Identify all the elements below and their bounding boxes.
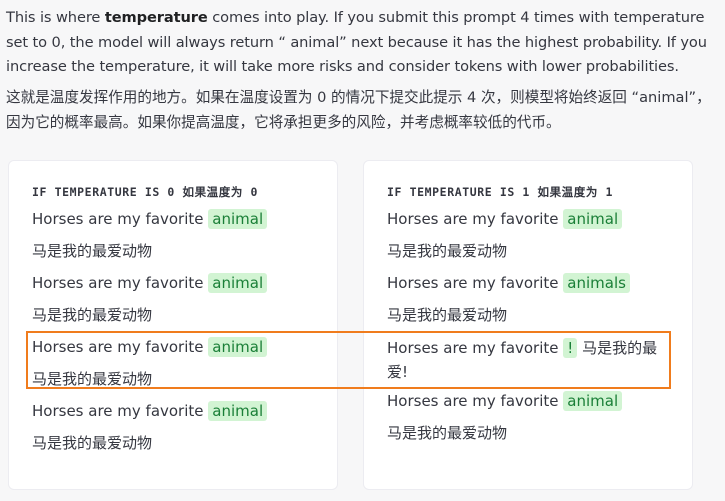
card-title: IF TEMPERATURE IS 0 如果温度为 0 (32, 185, 259, 199)
intro-paragraph: This is where temperature comes into pla… (6, 6, 718, 80)
translation-line: 马是我的最爱动物 (387, 306, 508, 324)
completion-list: Horses are my favorite animal 马是我的最爱动物 H… (32, 208, 322, 464)
translation-line: 马是我的最爱动物 (32, 434, 153, 452)
prompt-text: Horses are my favorite (387, 274, 559, 292)
completion-token: animal (208, 401, 268, 421)
completion-line: Horses are my favorite animal (387, 208, 677, 240)
translation-line: 马是我的最爱动物 (32, 306, 153, 324)
prompt-text: Horses are my favorite (32, 274, 204, 292)
completion-list: Horses are my favorite animal 马是我的最爱动物 H… (387, 208, 677, 454)
translation-line: 马是我的最爱动物 (387, 424, 508, 442)
translation-line: 马是我的最爱动物 (387, 242, 508, 260)
completion-token: animal (208, 273, 268, 293)
completion-line: Horses are my favorite animal (387, 390, 677, 422)
prompt-text: Horses are my favorite (32, 338, 204, 356)
completion-token: animal (208, 209, 268, 229)
intro-paragraph-zh: 这就是温度发挥作用的地方。如果在温度设置为 0 的情况下提交此提示 4 次，则模… (6, 89, 711, 131)
translation-line: 马是我的最爱动物 (32, 370, 153, 388)
completion-token: animal (563, 209, 623, 229)
prompt-text: Horses are my favorite (387, 392, 559, 410)
temperature-0-card: IF TEMPERATURE IS 0 如果温度为 0 Horses are m… (8, 160, 338, 490)
completion-line: Horses are my favorite animal (32, 208, 322, 240)
prompt-text: Horses are my favorite (32, 402, 204, 420)
completion-token: animal (563, 391, 623, 411)
translation-line: 马是我的最爱动物 (32, 242, 153, 260)
completion-token: animal (208, 337, 268, 357)
completion-token: animals (563, 273, 630, 293)
intro-bold-term: temperature (104, 9, 208, 26)
card-title: IF TEMPERATURE IS 1 如果温度为 1 (387, 185, 614, 199)
completion-line: Horses are my favorite animal (32, 400, 322, 432)
completion-line: Horses are my favorite animal (32, 272, 322, 304)
completion-token: ! (563, 338, 578, 358)
completion-line: Horses are my favorite animal (32, 336, 322, 368)
completion-line: Horses are my favorite animals (387, 272, 677, 304)
prompt-text: Horses are my favorite (387, 339, 559, 357)
completion-line: Horses are my favorite ! 马是我的最爱! (387, 336, 677, 384)
prompt-text: Horses are my favorite (32, 210, 204, 228)
temperature-1-card: IF TEMPERATURE IS 1 如果温度为 1 Horses are m… (363, 160, 693, 490)
intro-text-1: This is where (6, 9, 105, 26)
prompt-text: Horses are my favorite (387, 210, 559, 228)
